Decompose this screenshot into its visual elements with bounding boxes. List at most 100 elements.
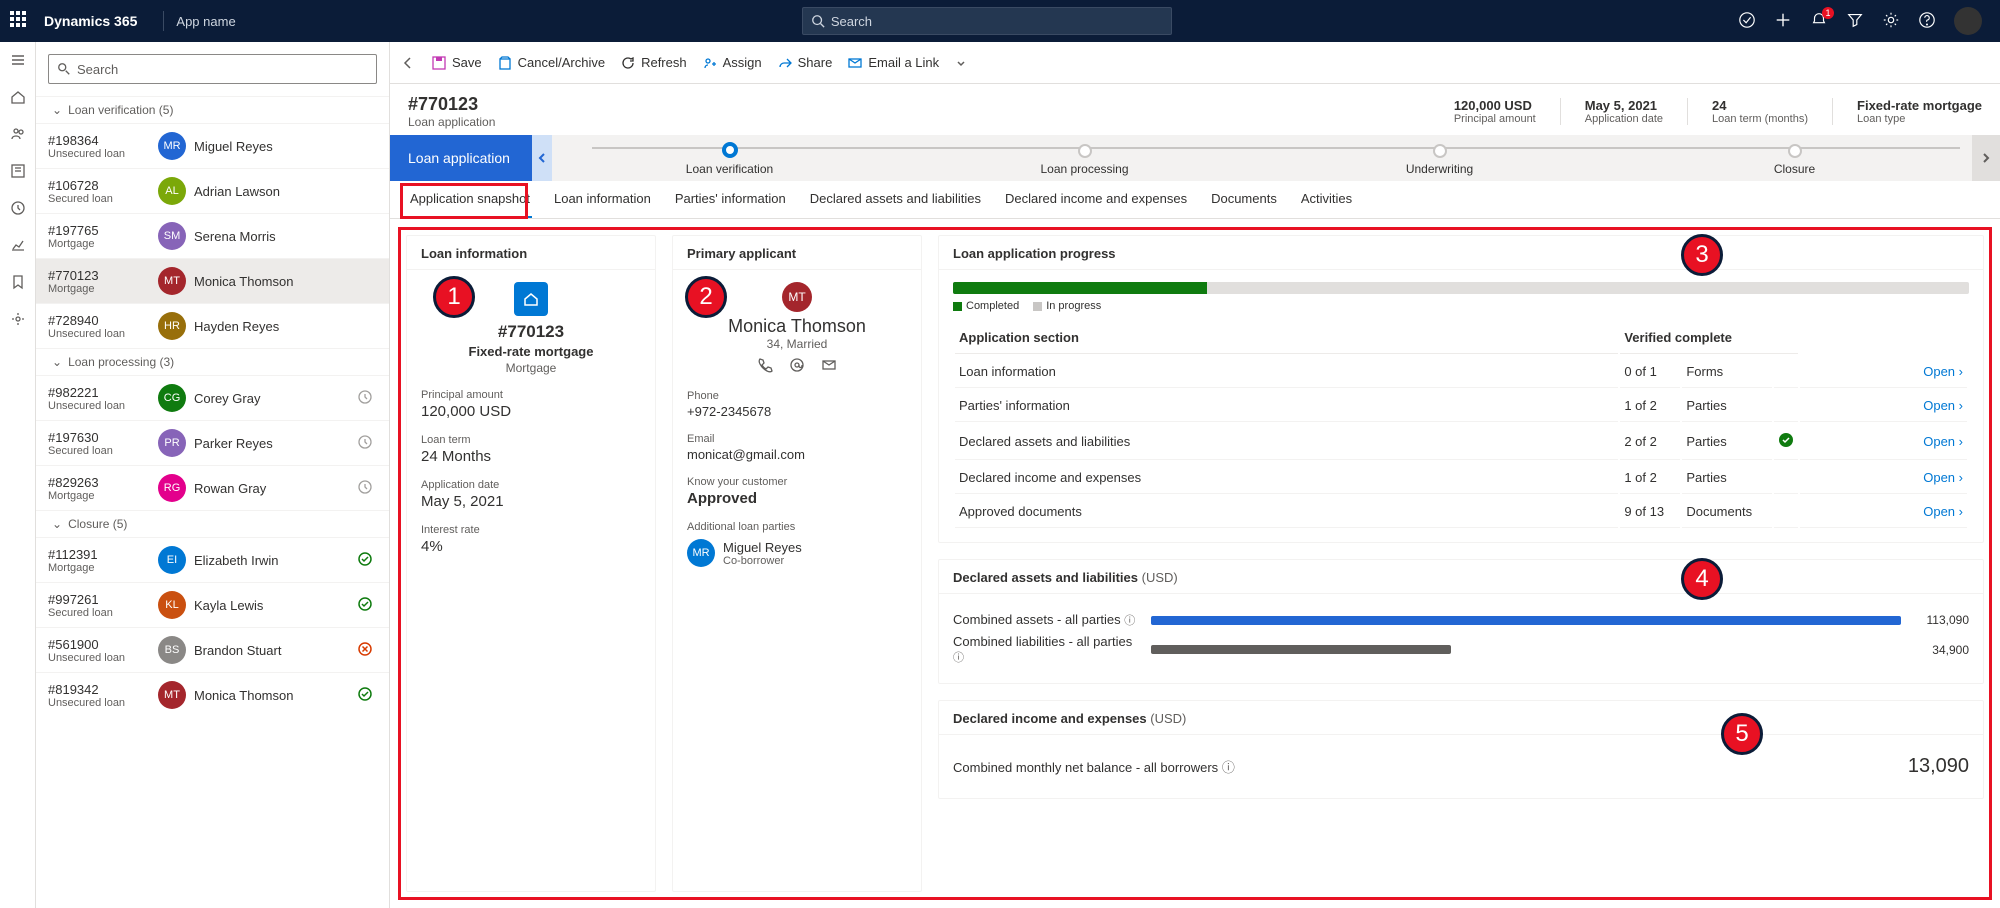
progress-row: Declared assets and liabilities2 of 2Par… [955, 424, 1967, 460]
list-item[interactable]: #982221Unsecured loanCGCorey Gray [36, 375, 389, 420]
list-group-header[interactable]: ⌄Loan verification (5) [36, 96, 389, 123]
card-title: Loan application progress [939, 236, 1983, 270]
loan-id: #770123 [421, 322, 641, 342]
divider [163, 11, 164, 31]
gear-icon[interactable] [1882, 11, 1900, 32]
header-stat: May 5, 2021Application date [1585, 98, 1663, 125]
tab-declared-assets-and-liabilities[interactable]: Declared assets and liabilities [808, 181, 983, 218]
info-icon[interactable]: ⓘ [1124, 615, 1135, 627]
progress-row: Approved documents9 of 13DocumentsOpen › [955, 496, 1967, 528]
progress-card: 3 Loan application progress Completed In… [938, 235, 1984, 543]
search-icon [811, 14, 825, 28]
tab-documents[interactable]: Documents [1209, 181, 1279, 218]
process-next-button[interactable] [1972, 135, 2000, 181]
list-item[interactable]: #997261Secured loanKLKayla Lewis [36, 582, 389, 627]
process-step[interactable]: Underwriting [1262, 140, 1617, 176]
share-button[interactable]: Share [778, 55, 833, 70]
loan-field: Application dateMay 5, 2021 [421, 479, 641, 510]
bookmark-icon[interactable] [10, 274, 26, 293]
tab-loan-information[interactable]: Loan information [552, 181, 653, 218]
applicant-avatar: MT [782, 282, 812, 312]
list-search-input[interactable]: Search [48, 54, 377, 84]
save-button[interactable]: Save [432, 55, 482, 70]
list-item[interactable]: #561900Unsecured loanBSBrandon Stuart [36, 627, 389, 672]
liabilities-value: 34,900 [1909, 643, 1969, 657]
main-area: Save Cancel/Archive Refresh Assign Share… [390, 42, 2000, 908]
app-launcher-icon[interactable] [10, 11, 30, 31]
tab-parties-information[interactable]: Parties' information [673, 181, 788, 218]
top-bar: Dynamics 365 App name Search 1 [0, 0, 2000, 42]
list-item[interactable]: #197630Secured loanPRParker Reyes [36, 420, 389, 465]
add-icon[interactable] [1774, 11, 1792, 32]
envelope-icon[interactable] [821, 357, 837, 376]
header-stat: Fixed-rate mortgageLoan type [1857, 98, 1982, 125]
list-group-header[interactable]: ⌄Closure (5) [36, 510, 389, 537]
info-icon[interactable]: ⓘ [953, 652, 964, 664]
income-value: 13,090 [1908, 755, 1969, 778]
global-search-input[interactable]: Search [802, 7, 1172, 35]
list-item[interactable]: #197765MortgageSMSerena Morris [36, 213, 389, 258]
process-collapse-button[interactable] [532, 135, 552, 181]
process-step[interactable]: Loan processing [907, 140, 1262, 176]
open-link[interactable]: Open › [1800, 356, 1967, 388]
info-icon[interactable]: ⓘ [1222, 760, 1235, 775]
card-title: Loan information [407, 236, 655, 270]
phone-value: +972-2345678 [687, 404, 907, 419]
list-group-header[interactable]: ⌄Loan processing (3) [36, 348, 389, 375]
back-button[interactable] [400, 55, 416, 71]
party-name: Miguel Reyes [723, 540, 802, 555]
app-name-label: App name [176, 14, 235, 29]
target-icon[interactable] [1738, 11, 1756, 32]
list-item[interactable]: #819342Unsecured loanMTMonica Thomson [36, 672, 389, 717]
applicant-name: Monica Thomson [687, 316, 907, 337]
home-icon[interactable] [10, 89, 26, 108]
tab-application-snapshot[interactable]: Application snapshot [408, 181, 532, 218]
more-commands-button[interactable] [955, 57, 967, 69]
list-item[interactable]: #198364Unsecured loanMRMiguel Reyes [36, 123, 389, 168]
command-bar: Save Cancel/Archive Refresh Assign Share… [390, 42, 2000, 84]
process-stage-label[interactable]: Loan application [390, 135, 552, 181]
email-icon[interactable] [789, 357, 805, 376]
card-title: Primary applicant [673, 236, 921, 270]
record-list: Search ⌄Loan verification (5)#198364Unse… [36, 42, 390, 908]
loan-category: Mortgage [421, 361, 641, 375]
cancel-button[interactable]: Cancel/Archive [498, 55, 605, 70]
progress-row: Declared income and expenses1 of 2Partie… [955, 462, 1967, 494]
help-icon[interactable] [1918, 11, 1936, 32]
open-link[interactable]: Open › [1800, 496, 1967, 528]
list-item[interactable]: #829263MortgageRGRowan Gray [36, 465, 389, 510]
people-icon[interactable] [10, 126, 26, 145]
open-link[interactable]: Open › [1800, 424, 1967, 460]
menu-icon[interactable] [10, 52, 26, 71]
refresh-button[interactable]: Refresh [621, 55, 687, 70]
form-icon[interactable] [10, 163, 26, 182]
tab-activities[interactable]: Activities [1299, 181, 1354, 218]
primary-applicant-card: 2 Primary applicant MT Monica Thomson 34… [672, 235, 922, 892]
list-item[interactable]: #112391MortgageEIElizabeth Irwin [36, 537, 389, 582]
list-item[interactable]: #770123MortgageMTMonica Thomson [36, 258, 389, 303]
nav-rail [0, 42, 36, 908]
user-avatar[interactable] [1954, 7, 1982, 35]
filter-icon[interactable] [1846, 11, 1864, 32]
bell-icon[interactable]: 1 [1810, 11, 1828, 32]
list-item[interactable]: #728940Unsecured loanHRHayden Reyes [36, 303, 389, 348]
email-link-button[interactable]: Email a Link [848, 55, 939, 70]
chart-icon[interactable] [10, 237, 26, 256]
list-item[interactable]: #106728Secured loanALAdrian Lawson [36, 168, 389, 213]
assets-card: 4 Declared assets and liabilities (USD) … [938, 559, 1984, 684]
legend-completed: Completed [966, 300, 1019, 312]
assign-button[interactable]: Assign [703, 55, 762, 70]
card-title: Declared income and expenses (USD) [939, 701, 1983, 735]
loan-field: Loan term24 Months [421, 434, 641, 465]
form-tabs: Application snapshot Loan information Part… [390, 181, 2000, 219]
phone-icon[interactable] [757, 357, 773, 376]
open-link[interactable]: Open › [1800, 462, 1967, 494]
progress-row: Parties' information1 of 2PartiesOpen › [955, 390, 1967, 422]
clock-icon[interactable] [10, 200, 26, 219]
list-search-placeholder: Search [77, 62, 118, 77]
process-step[interactable]: Loan verification [552, 140, 907, 176]
process-step[interactable]: Closure [1617, 140, 1972, 176]
tab-declared-income-and-expenses[interactable]: Declared income and expenses [1003, 181, 1189, 218]
open-link[interactable]: Open › [1800, 390, 1967, 422]
settings-icon[interactable] [10, 311, 26, 330]
